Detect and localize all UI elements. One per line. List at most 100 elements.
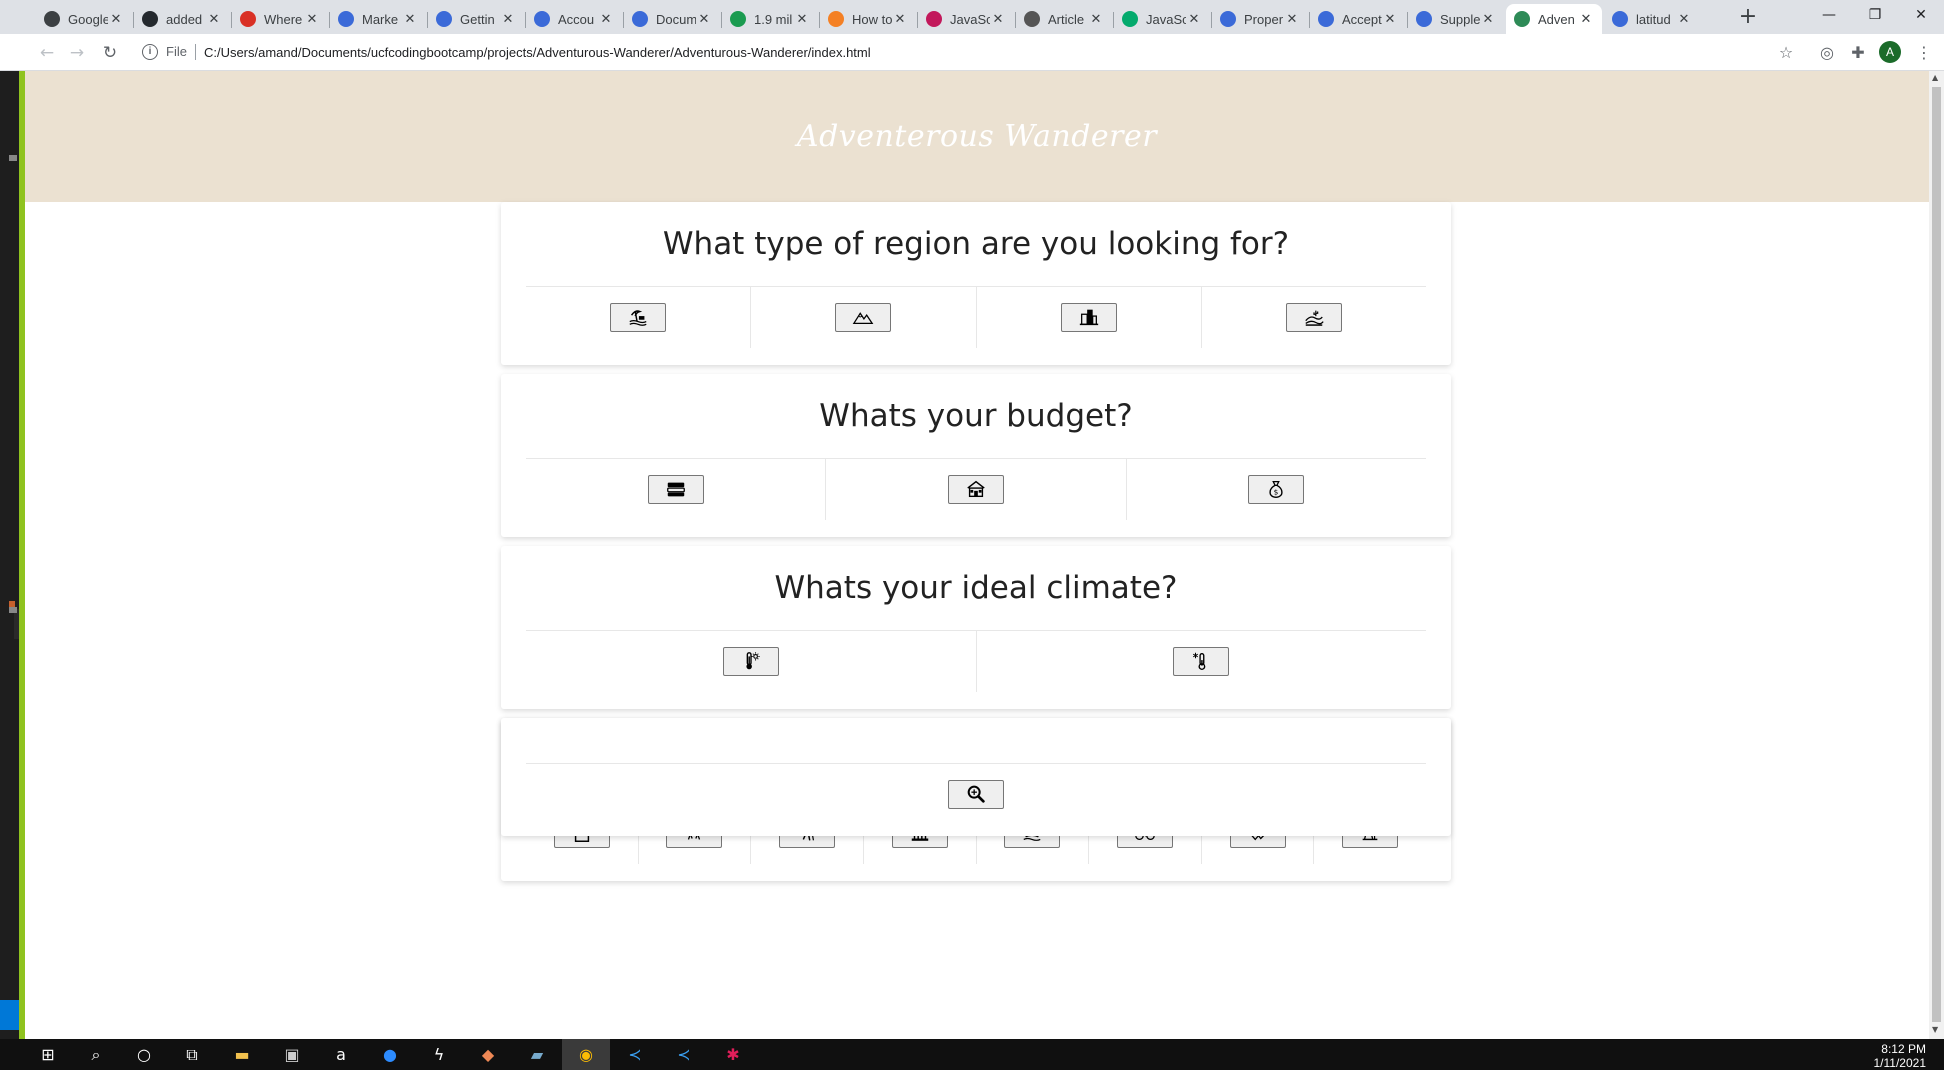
browser-tab[interactable]: Article ✕ — [1016, 4, 1112, 34]
question-heading: Whats your ideal climate? — [774, 570, 1178, 606]
puzzle-extensions-icon[interactable]: ✚ — [1845, 40, 1871, 66]
browser-tab[interactable]: Docum ✕ — [624, 4, 720, 34]
windows-taskbar: ⊞ ⌕ ○ ⧉ ▬ ▣ a ● ϟ ◆ ▰ ◉ ≺ ≺ ✱ 8:12 PM 1/… — [0, 1039, 1944, 1070]
kebab-menu-icon[interactable]: ⋮ — [1911, 40, 1937, 66]
close-tab-icon[interactable]: ✕ — [402, 11, 418, 27]
cold-thermometer-option-button[interactable] — [1173, 646, 1230, 676]
city-option-button[interactable] — [1060, 302, 1117, 332]
tab-separator — [917, 12, 918, 28]
cold-thermometer-icon — [1193, 652, 1206, 670]
bookmark-star-icon[interactable]: ☆ — [1773, 40, 1799, 66]
browser-tab[interactable]: How to ✕ — [820, 4, 916, 34]
browser-tab[interactable]: Where ✕ — [232, 4, 328, 34]
app-bolt-icon[interactable]: ϟ — [415, 1039, 463, 1070]
cash-stack-option-button[interactable] — [647, 474, 704, 504]
taskbar-clock[interactable]: 8:12 PM 1/11/2021 — [1874, 1042, 1927, 1070]
w3-icon — [1122, 11, 1138, 27]
close-tab-icon[interactable]: ✕ — [892, 11, 908, 27]
restore-button[interactable]: ❐ — [1852, 0, 1898, 30]
beach-option-button[interactable] — [610, 302, 667, 332]
page-scrollbar[interactable]: ▲ ▼ — [1929, 71, 1944, 1039]
close-tab-icon[interactable]: ✕ — [1578, 11, 1594, 27]
close-tab-icon[interactable]: ✕ — [1676, 11, 1692, 27]
profile-avatar[interactable]: A — [1879, 41, 1901, 63]
close-tab-icon[interactable]: ✕ — [598, 11, 614, 27]
house-option-button[interactable] — [947, 474, 1004, 504]
search-taskbar-icon[interactable]: ⌕ — [72, 1039, 120, 1070]
browser-tab[interactable]: Gettin ✕ — [428, 4, 524, 34]
address-bar[interactable]: i File C:/Users/amand/Documents/ucfcodin… — [134, 38, 1794, 66]
chrome-icon[interactable]: ◉ — [562, 1039, 610, 1070]
close-tab-icon[interactable]: ✕ — [990, 11, 1006, 27]
browser-tab-label: latitud — [1636, 11, 1671, 27]
zoom-icon[interactable]: ● — [366, 1039, 414, 1070]
close-tab-icon[interactable]: ✕ — [1088, 11, 1104, 27]
task-view-icon[interactable]: ⧉ — [168, 1039, 216, 1070]
browser-tab[interactable]: added ✕ — [134, 4, 230, 34]
clock-time: 8:12 PM — [1881, 1042, 1926, 1056]
mountain-icon — [853, 312, 874, 325]
money-bag-option-button[interactable]: $ — [1248, 474, 1305, 504]
browser-tab[interactable]: Adven ✕ — [1506, 4, 1602, 34]
close-tab-icon[interactable]: ✕ — [108, 11, 124, 27]
browser-tab-label: How to — [852, 11, 892, 27]
start-windows-icon[interactable]: ⊞ — [24, 1039, 72, 1070]
browser-tab[interactable]: Accou ✕ — [526, 4, 622, 34]
browser-tab[interactable]: Proper ✕ — [1212, 4, 1308, 34]
close-tab-icon[interactable]: ✕ — [304, 11, 320, 27]
browser-tab[interactable]: Supple ✕ — [1408, 4, 1504, 34]
browser-tab[interactable]: JavaSc ✕ — [918, 4, 1014, 34]
url-text[interactable]: C:/Users/amand/Documents/ucfcodingbootca… — [204, 45, 871, 60]
extension-icon[interactable]: ◎ — [1814, 40, 1840, 66]
amazon-icon[interactable]: a — [317, 1039, 365, 1070]
browser-tab[interactable]: JavaSc ✕ — [1114, 4, 1210, 34]
browser-tab[interactable]: Google ✕ — [36, 4, 132, 34]
file-explorer-icon[interactable]: ▬ — [218, 1039, 266, 1070]
notes-app-icon[interactable]: ▰ — [513, 1039, 561, 1070]
option-cell — [1202, 286, 1426, 348]
close-tab-icon[interactable]: ✕ — [206, 11, 222, 27]
close-tab-icon[interactable]: ✕ — [1186, 11, 1202, 27]
browser-tab[interactable]: 1.9 mil ✕ — [722, 4, 818, 34]
browser-tab-label: JavaSc — [950, 11, 990, 27]
browser-tab-label: Accou — [558, 11, 595, 27]
cortana-icon[interactable]: ○ — [120, 1039, 168, 1070]
browser-tab[interactable]: Accept ✕ — [1310, 4, 1406, 34]
close-tab-icon[interactable]: ✕ — [794, 11, 810, 27]
vscode-icon[interactable]: ≺ — [611, 1039, 659, 1070]
browser-tab[interactable]: Marke ✕ — [330, 4, 426, 34]
desert-option-button[interactable] — [1285, 302, 1342, 332]
browser-tab[interactable]: latitud ✕ — [1604, 4, 1700, 34]
tab-separator — [427, 12, 428, 28]
scheme-label: File — [166, 44, 196, 60]
browser-tab-label: Marke — [362, 11, 399, 27]
minimize-button[interactable]: — — [1806, 0, 1852, 30]
info-icon[interactable]: i — [142, 44, 158, 60]
hot-thermometer-option-button[interactable] — [722, 646, 779, 676]
new-tab-button[interactable]: + — [1734, 4, 1762, 32]
github-icon — [142, 11, 158, 27]
scroll-down-arrow[interactable]: ▼ — [1932, 1025, 1938, 1034]
search-button[interactable] — [948, 779, 1004, 809]
stackoverflow-icon — [828, 11, 844, 27]
browser-tab-label: Google — [68, 11, 108, 27]
scrollbar-thumb[interactable] — [1932, 87, 1941, 1022]
docs-icon — [1220, 11, 1236, 27]
slack-icon[interactable]: ✱ — [709, 1039, 757, 1070]
hot-thermometer-icon — [746, 652, 760, 670]
close-tab-icon[interactable]: ✕ — [500, 11, 516, 27]
close-tab-icon[interactable]: ✕ — [696, 11, 712, 27]
reload-button[interactable]: ↻ — [97, 40, 123, 66]
option-row — [526, 286, 1426, 348]
forward-button[interactable]: → — [64, 40, 90, 66]
back-button[interactable]: ← — [34, 40, 60, 66]
scroll-up-arrow[interactable]: ▲ — [1932, 73, 1938, 82]
store-icon[interactable]: ▣ — [268, 1039, 316, 1070]
close-tab-icon[interactable]: ✕ — [1382, 11, 1398, 27]
git-kraken-icon[interactable]: ◆ — [464, 1039, 512, 1070]
close-tab-icon[interactable]: ✕ — [1284, 11, 1300, 27]
close-window-button[interactable]: ✕ — [1898, 0, 1944, 30]
close-tab-icon[interactable]: ✕ — [1480, 11, 1496, 27]
vscode-icon[interactable]: ≺ — [660, 1039, 708, 1070]
mountain-option-button[interactable] — [835, 302, 892, 332]
